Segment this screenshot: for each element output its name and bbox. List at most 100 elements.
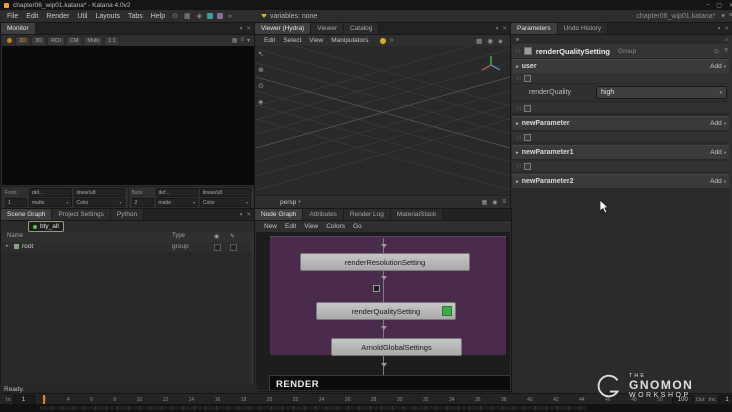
timeline-playhead[interactable]	[42, 395, 45, 404]
panel-menu-icon[interactable]: ▾	[240, 212, 243, 218]
translate-tool-icon[interactable]: ⊕	[258, 66, 264, 74]
back-color-dropdown[interactable]: Color ▾	[200, 198, 251, 207]
group-newParameter2[interactable]: ▸ newParameter2 Add ▾	[512, 174, 732, 189]
tab-viewer[interactable]: Viewer	[311, 23, 344, 34]
project-dropdown-icon[interactable]: ▾	[721, 12, 725, 20]
panel-close-icon[interactable]: ✕	[246, 212, 251, 218]
render-checkbox[interactable]	[214, 244, 221, 251]
monitor-viewport[interactable]	[2, 46, 254, 185]
monitor-toolbar-button[interactable]: 1:1	[104, 35, 120, 46]
select-tool-icon[interactable]: ↖	[258, 50, 264, 58]
viewer-settings-icon[interactable]: ≡	[502, 199, 506, 206]
live-render-icon[interactable]	[7, 38, 12, 43]
monitor-grid-icon[interactable]: ▦	[232, 37, 238, 44]
look-through-icon[interactable]: ◉	[492, 199, 497, 206]
edit-flag-icon[interactable]	[442, 306, 452, 316]
tab-monitor[interactable]: Monitor	[1, 23, 36, 34]
camera-selector[interactable]: persp ▾	[280, 199, 301, 206]
header-menu-icon[interactable]: ≡	[724, 47, 728, 55]
monitor-toolbar-button[interactable]: 3D	[31, 35, 47, 46]
wrench-icon[interactable]: ⊙	[714, 47, 719, 55]
expand-arrow-icon[interactable]: ▸	[516, 150, 519, 156]
filter-chip-bty-all[interactable]: bty_all	[28, 221, 64, 232]
tab-catalog[interactable]: Catalog	[344, 23, 380, 34]
viewer-menu-item[interactable]: Select	[279, 37, 305, 44]
project-name[interactable]: chapter06_wip01.katana*	[636, 13, 715, 20]
purple-swatch-icon[interactable]	[217, 13, 224, 19]
monitor-toolbar-button[interactable]: CM	[65, 35, 83, 46]
expand-arrow-icon[interactable]: ▸	[516, 64, 519, 70]
viewer-menu-item[interactable]: Edit	[260, 37, 279, 44]
rotate-tool-icon[interactable]: ⊙	[258, 82, 264, 90]
timeline-inc-field[interactable]: 1	[718, 394, 732, 405]
node-name-field[interactable]: renderQualitySetting	[536, 47, 610, 56]
menu-item[interactable]: Help	[147, 13, 169, 20]
menu-item[interactable]: Tabs	[124, 13, 147, 20]
group-newParameter1[interactable]: ▸ newParameter1 Add ▾	[512, 145, 732, 160]
timeline-in-field[interactable]: 1	[12, 394, 35, 405]
maximize-button[interactable]: ▢	[716, 2, 722, 9]
node-graph-menu-item[interactable]: Edit	[281, 223, 300, 230]
panel-menu-icon[interactable]: ▾	[718, 26, 721, 32]
shading-mode-icon[interactable]: ◈	[498, 37, 503, 45]
drag-grip-icon[interactable]: ∷	[517, 105, 521, 112]
tab-python[interactable]: Python	[110, 209, 145, 220]
menu-item[interactable]: Util	[73, 13, 91, 20]
grid-layout-icon[interactable]: ▦	[184, 12, 191, 20]
panel-menu-icon[interactable]: ▾	[496, 26, 499, 32]
node-graph-menu-item[interactable]: View	[300, 223, 322, 230]
add-parameter-button[interactable]: Add ▾	[708, 178, 728, 185]
drag-grip-icon[interactable]: ∷	[516, 48, 520, 55]
monitor-dropdown-icon[interactable]: ▾	[247, 37, 250, 44]
scale-tool-icon[interactable]: ◈	[258, 98, 264, 106]
viewer-viewport[interactable]: ↖ ⊕ ⊙ ◈	[256, 46, 510, 196]
menu-item[interactable]: Layouts	[91, 13, 124, 20]
column-type[interactable]: Type	[172, 233, 185, 239]
monitor-toolbar-button[interactable]: ROI	[47, 35, 65, 46]
expand-arrow-icon[interactable]: ▸	[516, 179, 519, 185]
front-colorspace-field[interactable]: linear/u8	[73, 188, 125, 197]
front-view-field[interactable]: def...	[29, 188, 72, 197]
menu-item[interactable]: Render	[42, 13, 73, 20]
parameter-strip[interactable]: ∷	[512, 132, 732, 143]
back-colorspace-field[interactable]: linear/u8	[200, 188, 251, 197]
edit-checkbox[interactable]	[230, 244, 237, 251]
drag-grip-icon[interactable]: ∷	[517, 75, 521, 82]
drag-grip-icon[interactable]: ∷	[517, 134, 521, 141]
tab-parameters[interactable]: Parameters	[511, 23, 558, 34]
front-matte-dropdown[interactable]: matte ▾	[29, 198, 72, 207]
timeline-out-field[interactable]: 100	[671, 394, 694, 405]
tab-project-settings[interactable]: Project Settings	[52, 209, 111, 220]
tab-materialstack[interactable]: MaterialStack	[390, 209, 444, 220]
expand-chevrons-icon[interactable]: »	[389, 37, 393, 44]
parameter-strip[interactable]: ∷	[512, 73, 732, 84]
tab-node-graph[interactable]: Node Graph	[255, 209, 304, 220]
add-parameter-button[interactable]: Add ▾	[708, 149, 728, 156]
node-renderQualitySetting[interactable]: renderQualitySetting	[316, 302, 456, 320]
panel-close-icon[interactable]: ✕	[502, 26, 507, 32]
monitor-toolbar-button[interactable]: Multi	[83, 35, 104, 46]
add-parameter-button[interactable]: Add ▾	[708, 63, 728, 70]
node-ArnoldGlobalSettings[interactable]: ArnoldGlobalSettings	[331, 338, 462, 356]
tab-render-log[interactable]: Render Log	[343, 209, 391, 220]
tab-viewer-hydra[interactable]: Viewer (Hydra)	[255, 23, 312, 34]
node-graph-menu-item[interactable]: Colors	[322, 223, 349, 230]
monitor-menu-icon[interactable]: ≡	[240, 37, 244, 44]
scene-graph-body[interactable]	[2, 252, 254, 386]
node-renderResolutionSetting[interactable]: renderResolutionSetting	[300, 253, 470, 271]
back-matte-dropdown[interactable]: matte ▾	[155, 198, 198, 207]
tab-scene-graph[interactable]: Scene Graph	[1, 209, 53, 220]
drag-grip-icon[interactable]: ∷	[517, 163, 521, 170]
timeline-scroll-track[interactable]	[40, 406, 586, 410]
yellow-dot-icon[interactable]	[380, 37, 387, 44]
viewer-menu-item[interactable]: View	[305, 37, 327, 44]
node-graph-menu-item[interactable]: New	[260, 223, 281, 230]
front-color-dropdown[interactable]: Color ▾	[73, 198, 125, 207]
panel-close-icon[interactable]: ✕	[724, 26, 729, 32]
variables-dropdown[interactable]: variables: none	[260, 13, 317, 20]
scene-graph-row-root[interactable]: ▸ root group	[2, 242, 254, 252]
back-frame-field[interactable]: 2	[131, 198, 154, 207]
center-of-interest-icon[interactable]: ◉	[487, 37, 493, 45]
diamond-icon[interactable]: ◈	[197, 12, 202, 20]
add-parameter-button[interactable]: Add ▾	[708, 120, 728, 127]
